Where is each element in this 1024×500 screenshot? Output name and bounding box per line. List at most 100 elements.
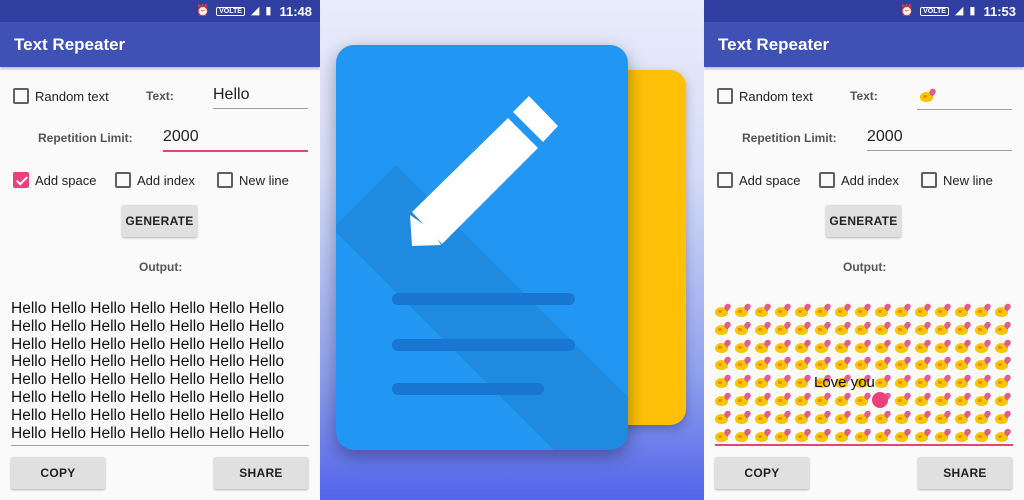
chick-heart-emoji-icon [815,320,833,335]
chick-heart-emoji-icon [875,302,893,317]
output-line: Hello Hello Hello Hello Hello Hello Hell… [11,300,285,317]
add-index-checkbox[interactable]: Add index [819,172,899,188]
repetition-limit-label: Repetition Limit: [742,131,837,145]
output-label: Output: [139,260,183,274]
chick-heart-emoji-icon [895,337,913,353]
checkbox-box[interactable] [921,172,937,188]
chick-heart-emoji-icon [995,373,1013,389]
chick-heart-emoji-icon [715,337,733,353]
chick-heart-emoji-icon [935,409,953,424]
random-text-checkbox[interactable]: Random text [717,88,813,104]
add-space-checkbox[interactable]: Add space [13,172,96,188]
new-line-label: New line [239,172,289,188]
chick-heart-emoji-icon [935,320,953,335]
chick-heart-emoji-icon [915,355,933,371]
doc-line [392,293,575,305]
output-line: Hello Hello Hello Hello Hello Hello Hell… [11,317,285,335]
output-text-area[interactable]: Hello Hello Hello Hello Hello Hello Hell… [11,300,309,446]
chick-heart-emoji-icon [835,391,853,406]
chick-heart-emoji-icon [815,355,833,371]
chick-heart-emoji-icon [795,337,813,353]
text-input[interactable]: Hello [213,86,308,109]
app-logo-banner [320,0,704,500]
random-text-checkbox[interactable]: Random text [13,88,109,104]
generate-button[interactable]: GENERATE [122,205,197,237]
chick-heart-emoji-icon [955,302,973,317]
repetition-limit-value: 2000 [867,128,903,145]
alarm-icon: ⏰ [196,4,211,17]
chick-heart-emoji-icon [755,320,773,335]
chick-heart-emoji-icon [795,320,813,335]
share-button[interactable]: SHARE [918,457,1012,489]
chick-heart-emoji-icon [735,302,753,317]
checkbox-box[interactable] [217,172,233,188]
chick-heart-emoji-icon [995,320,1013,335]
checkbox-box-checked[interactable] [13,172,29,188]
chick-heart-emoji-icon [815,337,833,353]
text-input[interactable] [917,86,1012,110]
chick-heart-emoji-icon [875,426,893,442]
text-cursor-handle[interactable] [872,392,888,408]
output-line: Hello Hello Hello Hello Hello Hello Hell… [11,335,285,353]
checkbox-box[interactable] [717,88,733,104]
output-emoji-grid [715,302,1015,444]
repetition-limit-input[interactable]: 2000 [163,128,308,152]
chick-heart-emoji-icon [775,409,793,424]
chick-heart-emoji-icon [975,355,993,371]
chick-heart-emoji-icon [855,391,873,406]
chick-heart-emoji-icon [835,302,853,317]
chick-heart-emoji-icon [775,355,793,371]
add-space-checkbox[interactable]: Add space [717,172,800,188]
chick-heart-emoji-icon [755,337,773,353]
chick-heart-emoji-icon [915,320,933,335]
battery-icon: ▮ [969,4,976,17]
add-index-checkbox[interactable]: Add index [115,172,195,188]
chick-heart-emoji-icon [935,302,953,317]
chick-heart-emoji-icon [915,409,933,424]
generate-button[interactable]: GENERATE [826,205,901,237]
checkbox-box[interactable] [115,172,131,188]
copy-button[interactable]: COPY [11,457,105,489]
new-line-checkbox[interactable]: New line [217,172,289,188]
chick-heart-emoji-icon [975,391,993,406]
chick-heart-emoji-icon [855,426,873,442]
chick-heart-emoji-icon [735,373,753,389]
chick-heart-emoji-icon [895,426,913,442]
status-bar: ⏰ VOLTE ◢ ▮ 11:53 [704,0,1024,22]
checkbox-box[interactable] [717,172,733,188]
screenshot-stage: ⏰ VOLTE ◢ ▮ 11:48 Text Repeater Random t… [0,0,1024,500]
chick-heart-emoji-icon [955,337,973,353]
chick-heart-emoji-icon [895,391,913,406]
chick-heart-emoji-icon [975,373,993,389]
app-bar: Text Repeater [0,22,320,67]
chick-heart-emoji-icon [775,426,793,442]
add-index-label: Add index [137,172,195,188]
repetition-limit-input[interactable]: 2000 [867,128,1012,151]
checkbox-box[interactable] [819,172,835,188]
chick-heart-emoji-icon [755,302,773,317]
chick-heart-emoji-icon [815,409,833,424]
status-time: 11:53 [983,3,1016,19]
chick-heart-emoji-icon [935,373,953,389]
share-button[interactable]: SHARE [214,457,308,489]
chick-heart-emoji-icon [755,426,773,442]
chick-heart-emoji-icon [875,320,893,335]
chick-heart-emoji-icon [755,373,773,389]
chick-heart-emoji-icon [915,391,933,406]
app-title: Text Repeater [718,34,830,54]
copy-button[interactable]: COPY [715,457,809,489]
add-index-label: Add index [841,172,899,188]
chick-heart-emoji-icon [915,302,933,317]
status-bar: ⏰ VOLTE ◢ ▮ 11:48 [0,0,320,22]
chick-heart-emoji-icon [915,337,933,353]
chick-heart-emoji-icon [795,391,813,406]
volte-badge: VOLTE [920,6,949,16]
chick-heart-emoji-icon [875,409,893,424]
chick-heart-emoji-icon [795,302,813,317]
new-line-checkbox[interactable]: New line [921,172,993,188]
chick-heart-emoji-icon [795,426,813,442]
chick-heart-emoji-icon [895,409,913,424]
chick-heart-emoji-icon [975,426,993,442]
chick-heart-emoji-icon [855,355,873,371]
checkbox-box[interactable] [13,88,29,104]
